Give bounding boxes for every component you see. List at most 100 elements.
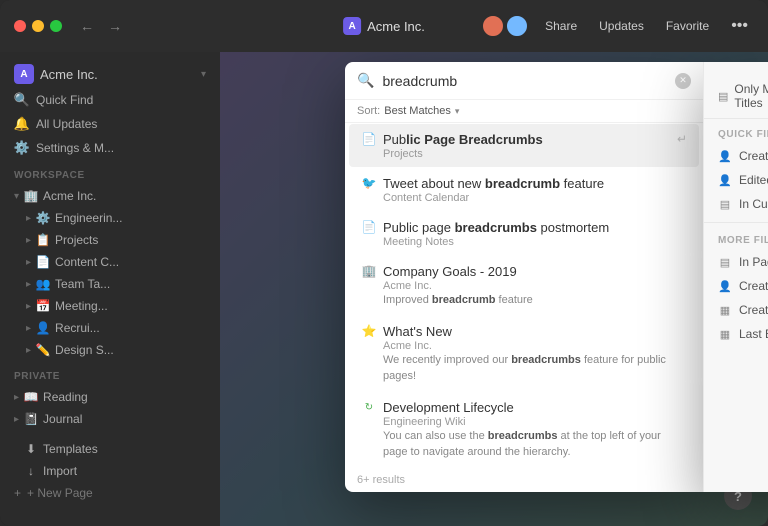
quick-filters-title: QUICK FILTERS [704,123,768,144]
sort-bar: Sort: Best Matches ▾ [345,100,703,123]
app-window: ← → A Acme Inc. Share Updates Favorite •… [0,0,768,526]
filter-created-by[interactable]: 👤 Created By [704,274,768,298]
new-page-button[interactable]: + + New Page [0,482,220,504]
result-subtitle: Meeting Notes [361,236,687,248]
filter-created-by-me[interactable]: 👤 Created By Me [704,144,768,168]
search-result-5[interactable]: ⭐ What's New Acme Inc. We recently impro… [349,316,699,391]
filter-created[interactable]: ▦ Created [704,298,768,322]
sidebar-tree-design[interactable]: ▸ ✏️ Design S... [0,339,220,361]
share-button[interactable]: Share [539,16,583,36]
search-results-panel: 🔍 breadcrumb ✕ Sort: Best Matches ▾ 📄 [345,62,703,492]
person-icon: 👤 [718,173,732,187]
result-icon: 📄 [361,219,377,235]
page-icon: ▤ [718,197,732,211]
sidebar-templates[interactable]: ▸ ⬇ Templates [0,438,220,460]
page-icon: ▤ [718,90,728,103]
minimize-button[interactable] [32,20,44,32]
filter-label: Last Edited [739,327,768,341]
updates-button[interactable]: Updates [593,16,650,36]
sidebar-item-allupdates[interactable]: 🔔 All Updates [0,112,220,136]
filter-edited-last-week[interactable]: 👤 Edited Last Week [704,168,768,192]
chevron-icon: ▾ [14,191,19,202]
avatar [481,14,505,38]
sort-chevron-icon: ▾ [455,106,460,117]
sidebar-tree-journal[interactable]: ▸ 📓 Journal [0,408,220,430]
sidebar-tree-recruiting[interactable]: ▸ 👤 Recrui... [0,317,220,339]
titlebar-center: A Acme Inc. [343,17,425,35]
sidebar-tree-reading[interactable]: ▸ 📖 Reading [0,386,220,408]
sidebar-item-label: Settings & M... [36,141,114,155]
sidebar-workspace-name: Acme Inc. [40,67,98,82]
result-title: Tweet about new breadcrumb feature [383,176,604,191]
person-icon: 👤 [718,279,732,293]
sidebar-chevron-icon: ▾ [201,69,206,80]
sidebar-tree-engineering[interactable]: ▸ ⚙️ Engineerin... [0,207,220,229]
chevron-icon: ▸ [26,235,31,246]
filter-last-edited[interactable]: ▦ Last Edited [704,322,768,346]
sidebar-tree-content[interactable]: ▸ 📄 Content C... [0,251,220,273]
sidebar-tree-projects[interactable]: ▸ 📋 Projects [0,229,220,251]
sidebar-item-quickfind[interactable]: 🔍 Quick Find [0,88,220,112]
meeting-icon: 📅 [35,298,51,314]
traffic-lights [14,20,62,32]
sidebar-import[interactable]: ▸ ↓ Import [0,460,220,482]
enter-icon: ↵ [677,132,687,146]
main-area: A Acme Inc. ▾ 🔍 Quick Find 🔔 All Updates… [0,52,768,526]
calendar-icon: ▦ [718,327,732,341]
result-title: Development Lifecycle [383,400,514,415]
search-bar: 🔍 breadcrumb ✕ [345,62,703,100]
search-input[interactable]: breadcrumb [382,73,667,89]
result-title: Company Goals - 2019 [383,264,517,279]
filter-in-current-page[interactable]: ▤ In Current Page [704,192,768,216]
acme-icon: 🏢 [23,188,39,204]
favorite-button[interactable]: Favorite [660,16,715,36]
divider [704,222,768,223]
result-icon: 🐦 [361,175,377,191]
updates-icon: 🔔 [14,116,30,132]
close-button[interactable] [14,20,26,32]
sidebar-item-settings[interactable]: ⚙️ Settings & M... [0,136,220,160]
filter-label: Created [739,303,768,317]
search-result-1[interactable]: 📄 Public Page Breadcrumbs ↵ Projects [349,124,699,167]
team-icon: 👥 [35,276,51,292]
tree-item-label: Acme Inc. [43,189,96,203]
search-container: 🔍 breadcrumb ✕ Sort: Best Matches ▾ 📄 [345,62,768,492]
tree-item-label: Templates [43,442,98,456]
sidebar-workspace-header[interactable]: A Acme Inc. ▾ [0,60,220,88]
tree-item-label: Import [43,464,77,478]
maximize-button[interactable] [50,20,62,32]
result-subtitle: Acme Inc. [361,280,687,292]
chevron-icon: ▸ [26,213,31,224]
content-area: 🔍 breadcrumb ✕ Sort: Best Matches ▾ 📄 [220,52,768,526]
only-match-titles-row: ▤ Only Match Titles [704,74,768,119]
more-options-button[interactable]: ••• [725,14,754,38]
result-title: Public page breadcrumbs postmortem [383,220,609,235]
result-subtitle: Engineering Wiki [361,416,687,428]
result-title: Public Page Breadcrumbs [383,132,543,147]
sidebar-tree-meeting[interactable]: ▸ 📅 Meeting... [0,295,220,317]
recruiting-icon: 👤 [35,320,51,336]
search-result-4[interactable]: 🏢 Company Goals - 2019 Acme Inc. Improve… [349,256,699,315]
import-icon: ↓ [23,463,39,479]
avatar [505,14,529,38]
titlebar: ← → A Acme Inc. Share Updates Favorite •… [0,0,768,52]
search-clear-button[interactable]: ✕ [675,73,691,89]
search-result-2[interactable]: 🐦 Tweet about new breadcrumb feature Con… [349,168,699,211]
results-count: 6+ results [345,468,703,492]
filter-in-page[interactable]: ▤ In Page [704,250,768,274]
nav-forward-button[interactable]: → [104,16,126,36]
filter-label: In Current Page [739,197,768,211]
tree-item-label: Engineerin... [55,211,122,225]
search-result-3[interactable]: 📄 Public page breadcrumbs postmortem Mee… [349,212,699,255]
result-icon: 📄 [361,131,377,147]
tree-item-label: Content C... [55,255,119,269]
toggle-label: Only Match Titles [734,82,768,110]
avatar-group [481,14,529,38]
new-page-label: + New Page [27,486,93,500]
sidebar-tree-team[interactable]: ▸ 👥 Team Ta... [0,273,220,295]
search-result-6[interactable]: ↻ Development Lifecycle Engineering Wiki… [349,392,699,467]
engineering-icon: ⚙️ [35,210,51,226]
sidebar-tree-acme[interactable]: ▾ 🏢 Acme Inc. [0,185,220,207]
nav-back-button[interactable]: ← [76,16,98,36]
sort-value[interactable]: Best Matches [384,105,451,117]
